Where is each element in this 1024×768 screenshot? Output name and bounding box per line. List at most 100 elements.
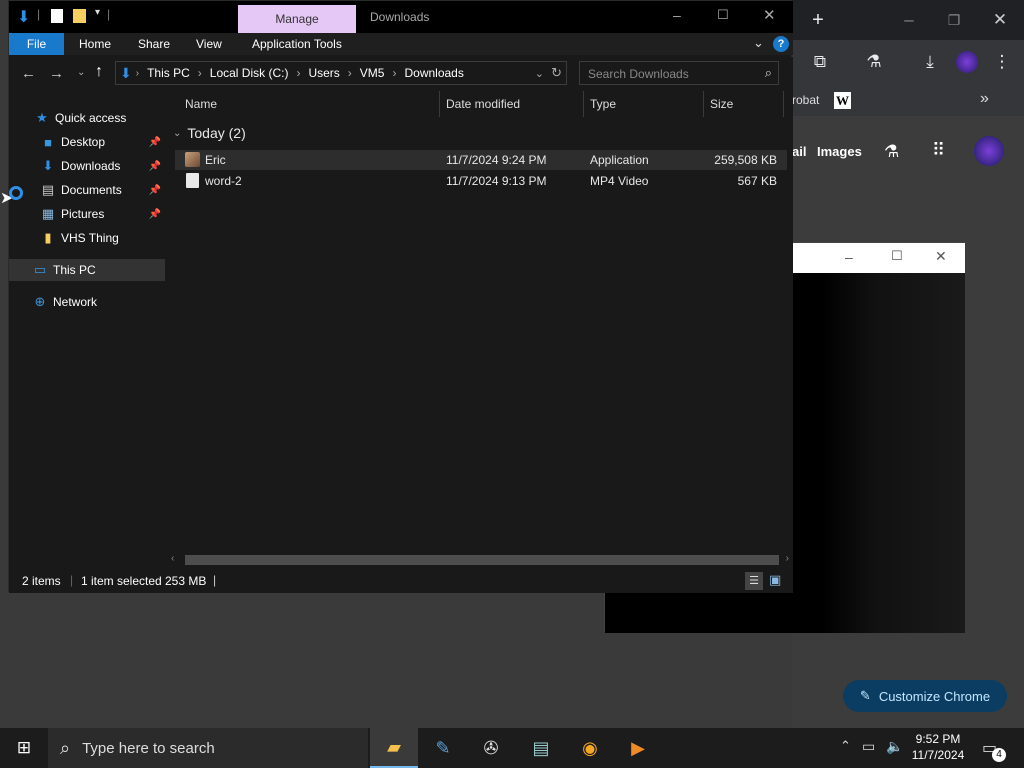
close-icon[interactable]: ✕ [763, 6, 776, 24]
nav-quick-access[interactable]: ★ Quick access [9, 107, 165, 129]
search-box[interactable]: Search Downloads ⌕ [579, 61, 779, 85]
breadcrumb-downloads[interactable]: Downloads [404, 66, 463, 80]
chevron-down-icon[interactable]: ⌄ [535, 67, 544, 80]
nav-this-pc[interactable]: ▭ This PC [9, 259, 165, 281]
nav-partial[interactable]: ail [792, 144, 806, 159]
breadcrumb-vm5[interactable]: VM5 [360, 66, 385, 80]
media-taskbar-icon[interactable]: ▤ [517, 728, 565, 768]
column-divider[interactable] [583, 91, 584, 117]
large-icons-view-icon[interactable]: ▣ [769, 572, 781, 588]
details-view-icon[interactable]: ☰ [745, 572, 763, 590]
maximize-icon[interactable]: ☐ [891, 248, 903, 264]
apps-grid-icon[interactable]: ⠿ [932, 140, 945, 161]
chevron-down-icon[interactable]: ⌄ [173, 128, 181, 139]
close-icon[interactable]: ✕ [935, 248, 947, 265]
wikipedia-icon[interactable]: W [834, 92, 851, 109]
restore-icon[interactable]: ❐ [942, 8, 966, 32]
pin-icon[interactable]: 📌 [149, 137, 161, 148]
maximize-icon[interactable]: ☐ [717, 7, 729, 23]
tab-share[interactable]: Share [138, 37, 170, 51]
scroll-left-icon[interactable]: ‹ [171, 553, 174, 564]
nav-item-documents[interactable]: ▤ Documents 📌 [9, 179, 165, 201]
navigation-pane: ★ Quick access ■ Desktop 📌 ⬇ Downloads 📌… [9, 91, 165, 569]
nav-item-desktop[interactable]: ■ Desktop 📌 [9, 131, 165, 153]
minimize-icon[interactable]: – [897, 8, 921, 32]
nav-item-vhs-thing[interactable]: ▮ VHS Thing [9, 227, 165, 249]
nav-network[interactable]: ⊕ Network [9, 291, 165, 313]
close-icon[interactable]: ✕ [988, 8, 1012, 32]
manage-context-tab[interactable]: Manage [238, 5, 356, 33]
chrome-taskbar-icon[interactable]: ◉ [566, 728, 614, 768]
google-avatar[interactable] [974, 136, 1004, 166]
breadcrumb-local-disk[interactable]: Local Disk (C:) [210, 66, 289, 80]
column-type[interactable]: Type [590, 97, 616, 111]
pin-icon[interactable]: 📌 [149, 161, 161, 172]
forward-icon[interactable]: → [49, 65, 64, 82]
new-folder-icon[interactable] [73, 9, 86, 23]
file-explorer-taskbar-icon[interactable]: ▰ [370, 728, 418, 768]
clock[interactable]: 9:52 PM 11/7/2024 [906, 731, 970, 763]
video-player-taskbar-icon[interactable]: ▶ [614, 728, 662, 768]
video-editor-taskbar-icon[interactable]: ✎ [419, 728, 467, 768]
download-icon[interactable]: ⤓ [918, 50, 942, 74]
profile-avatar[interactable] [956, 51, 978, 73]
chevron-right-icon[interactable]: › [296, 66, 300, 80]
menu-icon[interactable]: ⋮ [990, 50, 1014, 74]
back-icon[interactable]: ← [21, 65, 36, 82]
tab-file[interactable]: File [9, 33, 64, 55]
chevron-right-icon[interactable]: › [136, 68, 139, 79]
volume-icon[interactable]: 🔈 [886, 738, 903, 755]
nav-item-pictures[interactable]: ▦ Pictures 📌 [9, 203, 165, 225]
group-header-today[interactable]: ⌄ Today (2) [173, 125, 246, 141]
new-tab-icon[interactable]: + [806, 8, 830, 32]
column-date-modified[interactable]: Date modified [446, 97, 520, 111]
address-bar[interactable]: ⬇ › This PC › Local Disk (C:) › Users › … [115, 61, 567, 85]
chevron-right-icon[interactable]: › [348, 66, 352, 80]
bookmark-partial[interactable]: robat [792, 93, 819, 107]
breadcrumb-this-pc[interactable]: This PC [147, 66, 190, 80]
minimize-icon[interactable]: – [845, 249, 853, 265]
scrollbar-thumb[interactable] [185, 555, 779, 565]
pin-icon[interactable]: 📌 [149, 185, 161, 196]
breadcrumb-users[interactable]: Users [308, 66, 339, 80]
pictures-icon: ▦ [41, 206, 55, 221]
refresh-icon[interactable]: ↻ [551, 65, 562, 81]
column-size[interactable]: Size [710, 97, 733, 111]
scroll-right-icon[interactable]: › [786, 553, 789, 564]
tab-home[interactable]: Home [79, 37, 111, 51]
search-icon[interactable]: ⌕ [765, 65, 772, 81]
column-divider[interactable] [439, 91, 440, 117]
column-divider[interactable] [703, 91, 704, 117]
qat-dropdown-icon[interactable]: ▾ [95, 7, 100, 18]
up-icon[interactable]: ↑ [95, 63, 103, 81]
expand-ribbon-icon[interactable]: ⌄ [753, 35, 764, 51]
chevron-right-icon[interactable]: › [392, 66, 396, 80]
chevron-right-icon[interactable]: › [198, 66, 202, 80]
customize-chrome-button[interactable]: ✎ Customize Chrome [843, 680, 1007, 712]
film-reel-taskbar-icon[interactable]: ✇ [467, 728, 515, 768]
labs-icon[interactable]: ⚗ [884, 142, 899, 162]
nav-item-downloads[interactable]: ⬇ Downloads 📌 [9, 155, 165, 177]
file-row-word-2[interactable]: word-2 11/7/2024 9:13 PM MP4 Video 567 K… [175, 171, 787, 191]
tab-view[interactable]: View [196, 37, 222, 51]
show-hidden-icons-icon[interactable]: ⌃ [840, 738, 851, 754]
tab-application-tools[interactable]: Application Tools [252, 37, 342, 51]
help-icon[interactable]: ? [773, 36, 789, 52]
column-divider[interactable] [783, 91, 784, 117]
pin-icon[interactable]: 📌 [149, 209, 161, 220]
labs-flask-icon[interactable]: ⚗ [862, 50, 886, 74]
column-name[interactable]: Name [185, 97, 217, 111]
busy-spinner-icon [9, 186, 23, 200]
minimize-icon[interactable]: – [673, 7, 681, 23]
file-row-eric[interactable]: Eric 11/7/2024 9:24 PM Application 259,5… [175, 150, 787, 170]
network-tray-icon[interactable]: ▭ [862, 738, 875, 755]
windows-start-icon[interactable]: ⊞ [0, 728, 48, 768]
recent-locations-icon[interactable]: ⌄ [77, 67, 85, 78]
download-arrow-icon: ⬇ [17, 9, 31, 26]
images-link[interactable]: Images [817, 144, 862, 159]
horizontal-scrollbar[interactable]: ‹ › [169, 553, 791, 567]
chevron-right-icon[interactable]: » [980, 90, 989, 108]
taskbar-search[interactable]: ⌕ Type here to search [48, 728, 368, 768]
extensions-icon[interactable]: ⧉ [808, 50, 832, 74]
properties-icon[interactable] [51, 9, 63, 23]
